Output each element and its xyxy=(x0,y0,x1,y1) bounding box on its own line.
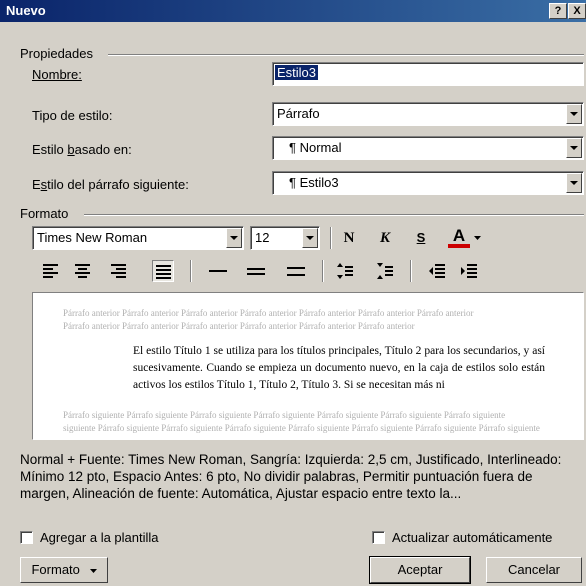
toolbar-separator xyxy=(330,227,332,249)
chevron-down-icon xyxy=(570,146,578,150)
line-spacing-single-icon xyxy=(209,270,227,272)
based-on-select[interactable]: ¶ Normal xyxy=(272,136,584,160)
paragraph-space-up-icon xyxy=(337,263,353,279)
align-center-button[interactable] xyxy=(72,260,94,282)
next-style-label: Estilo del párrafo siguiente: xyxy=(32,177,189,192)
next-style-select[interactable]: ¶ Estilo3 xyxy=(272,171,584,195)
help-button[interactable]: ? xyxy=(549,3,567,19)
based-on-label: Estilo basado en: xyxy=(32,142,132,157)
style-description: Normal + Fuente: Times New Roman, Sangrí… xyxy=(20,452,562,501)
name-input[interactable]: Estilo3 xyxy=(272,62,584,86)
name-label: Nombre: xyxy=(32,67,82,82)
format-group-line xyxy=(84,214,584,216)
preview-sample-text: El estilo Título 1 se utiliza para los t… xyxy=(133,345,545,391)
preview-pane: Párrafo anterior Párrafo anterior Párraf… xyxy=(32,292,584,440)
one-half-spacing-button[interactable] xyxy=(244,260,266,282)
paragraph-space-down-icon xyxy=(377,263,393,279)
chevron-down-icon xyxy=(230,236,238,240)
chevron-down-icon xyxy=(306,236,314,240)
chevron-down-icon xyxy=(570,181,578,185)
line-spacing-double-icon xyxy=(287,267,305,276)
double-spacing-button[interactable] xyxy=(284,260,306,282)
chevron-down-icon xyxy=(570,112,578,116)
format-group-label: Formato xyxy=(20,206,69,221)
font-color-button[interactable]: A xyxy=(448,226,470,248)
next-paragraph-line: Párrafo siguiente Párrafo siguiente Párr… xyxy=(63,410,506,420)
format-menu-button[interactable]: Formato xyxy=(20,557,108,583)
format-menu-label: Formato xyxy=(31,562,80,577)
next-style-value: ¶ Estilo3 xyxy=(289,175,339,190)
toolbar-separator xyxy=(410,260,412,282)
justify-icon xyxy=(156,265,171,279)
font-value: Times New Roman xyxy=(37,230,148,245)
cancel-button[interactable]: Cancelar xyxy=(486,557,582,583)
align-left-icon xyxy=(43,264,58,278)
align-right-button[interactable] xyxy=(108,260,130,282)
style-type-label: Tipo de estilo: xyxy=(32,108,113,123)
font-select[interactable]: Times New Roman xyxy=(32,226,244,250)
auto-update-checkbox[interactable] xyxy=(372,531,385,544)
align-right-icon xyxy=(111,264,126,278)
name-input-value: Estilo3 xyxy=(275,65,319,80)
close-button[interactable]: X xyxy=(568,3,586,19)
chevron-down-icon[interactable] xyxy=(474,236,481,240)
size-select[interactable]: 12 xyxy=(250,226,320,250)
dialog-title: Nuevo xyxy=(6,3,46,18)
next-paragraph-line: siguiente Párrafo siguiente Párrafo sigu… xyxy=(63,423,540,433)
justify-button[interactable] xyxy=(152,260,174,282)
properties-group-line xyxy=(108,54,584,56)
previous-paragraph-line: Párrafo anterior Párrafo anterior Párraf… xyxy=(63,308,474,318)
based-on-value: ¶ Normal xyxy=(289,140,342,155)
title-bar: Nuevo ? X xyxy=(0,0,586,22)
toolbar-separator xyxy=(190,260,192,282)
auto-update-label: Actualizar automáticamente xyxy=(392,530,553,545)
add-to-template-checkbox[interactable] xyxy=(20,531,33,544)
align-left-button[interactable] xyxy=(40,260,62,282)
decrease-indent-button[interactable] xyxy=(426,260,448,282)
bold-button[interactable]: N xyxy=(338,227,360,249)
size-dropdown-button[interactable] xyxy=(302,228,318,248)
size-value: 12 xyxy=(255,230,270,245)
align-center-icon xyxy=(75,264,90,278)
accept-button[interactable]: Aceptar xyxy=(369,556,471,584)
increase-indent-icon xyxy=(461,264,477,278)
italic-button[interactable]: K xyxy=(374,227,396,249)
decrease-indent-icon xyxy=(429,264,445,278)
underline-button[interactable]: S xyxy=(410,227,432,249)
based-on-dropdown-button[interactable] xyxy=(566,138,582,158)
single-spacing-button[interactable] xyxy=(206,260,228,282)
previous-paragraph-line: Párrafo anterior Párrafo anterior Párraf… xyxy=(63,321,415,331)
line-spacing-onehalf-icon xyxy=(247,268,265,275)
toolbar-separator xyxy=(322,260,324,282)
font-dropdown-button[interactable] xyxy=(226,228,242,248)
space-before-increase-button[interactable] xyxy=(334,260,356,282)
space-before-decrease-button[interactable] xyxy=(374,260,396,282)
properties-group-label: Propiedades xyxy=(20,46,93,61)
add-to-template-label: Agregar a la plantilla xyxy=(40,530,159,545)
next-style-dropdown-button[interactable] xyxy=(566,173,582,193)
style-type-value: Párrafo xyxy=(277,106,320,121)
increase-indent-button[interactable] xyxy=(458,260,480,282)
style-type-dropdown-button[interactable] xyxy=(566,104,582,124)
style-type-select[interactable]: Párrafo xyxy=(272,102,584,126)
chevron-down-icon xyxy=(89,568,97,573)
